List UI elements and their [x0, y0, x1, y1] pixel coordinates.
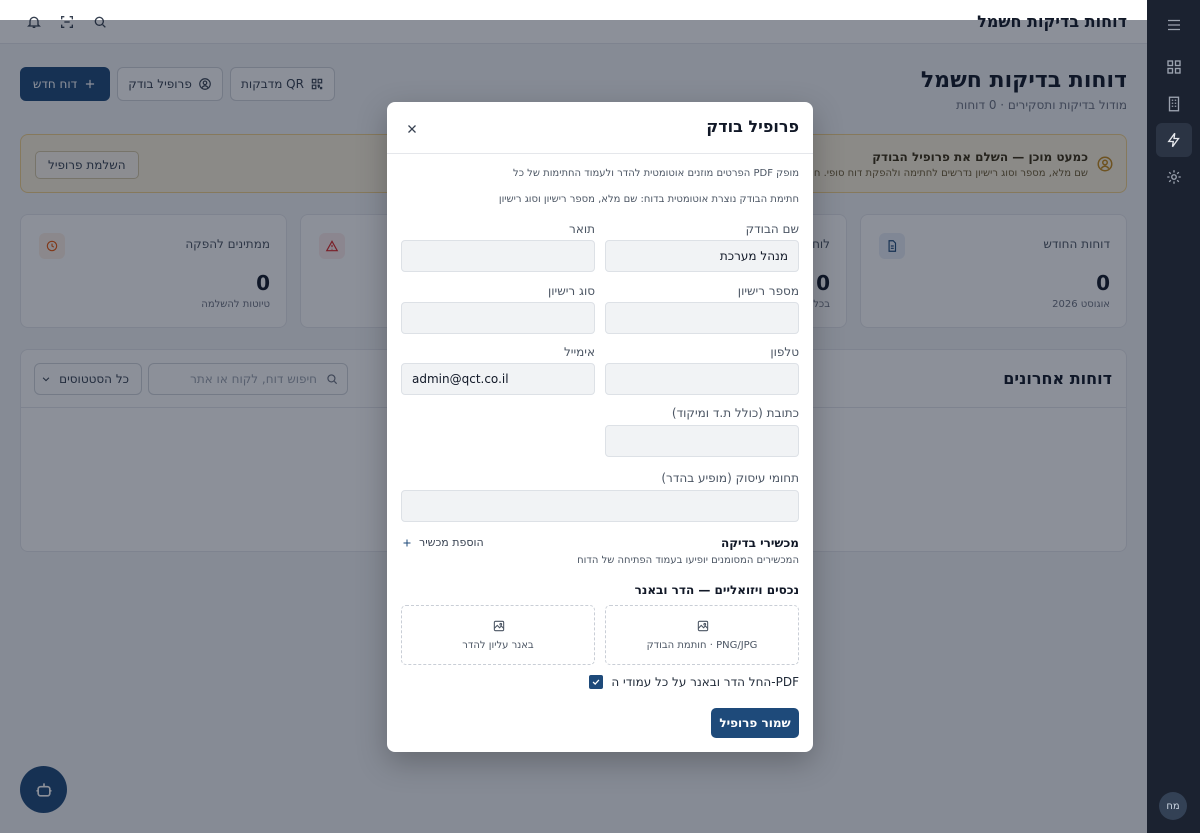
fields-of-work-label: תחומי עיסוק (מופיע בהדר) — [661, 471, 799, 485]
plus-icon — [403, 539, 411, 546]
gear-icon[interactable] — [1162, 165, 1186, 189]
banner-upload-dropzone[interactable]: באנר עליון להדר — [401, 605, 595, 665]
title-label: תואר — [569, 222, 595, 236]
stamp-upload-dropzone[interactable]: חותמת הבודק · PNG/JPG — [605, 605, 799, 665]
inspector-profile-modal: פרופיל בודק הפרטים מוזנים אוטומטית להדר … — [387, 102, 813, 752]
name-label: שם הבודק — [745, 222, 799, 236]
devices-title: מכשירי בדיקה — [720, 536, 799, 550]
email-field[interactable]: admin@qct.co.il — [401, 363, 595, 395]
address-label: כתובת (כולל ת.ד ומיקוד) — [671, 406, 799, 420]
phone-field[interactable] — [605, 363, 799, 395]
check-icon — [593, 679, 600, 685]
assets-title: נכסים ויזואליים — הדר ובאנר — [634, 583, 799, 597]
address-field[interactable] — [605, 425, 799, 457]
license-type-label: סוג רישיון — [548, 284, 595, 298]
close-icon[interactable] — [405, 121, 419, 135]
name-field[interactable]: מנהל מערכת — [605, 240, 799, 272]
modal-note-signature: חתימת הבודק נוצרת אוטומטית בדוח: שם מלא,… — [498, 194, 799, 205]
license-number-field[interactable] — [605, 302, 799, 334]
image-upload-icon — [493, 620, 505, 632]
apply-all-pages-checkbox[interactable] — [589, 675, 604, 689]
modal-title: פרופיל בודק — [706, 117, 799, 136]
sidebar: מח — [1147, 0, 1200, 833]
lightning-icon[interactable] — [1156, 123, 1192, 157]
license-type-field[interactable] — [401, 302, 595, 334]
apply-all-pages-label: החל הדר ובאנר על כל עמודי ה-PDF — [611, 675, 799, 689]
apply-all-pages-row[interactable]: החל הדר ובאנר על כל עמודי ה-PDF — [589, 675, 799, 689]
add-device-label: הוספת מכשיר — [419, 536, 484, 549]
license-number-label: מספר רישיון — [737, 284, 799, 298]
building-icon[interactable] — [1162, 92, 1186, 116]
devices-subtitle: המכשירים המסומנים יופיעו בעמוד הפתיחה של… — [577, 555, 799, 566]
dashboard-icon[interactable] — [1162, 55, 1186, 79]
phone-label: טלפון — [770, 345, 799, 359]
modal-note-header: הפרטים מוזנים אוטומטית להדר ולעמוד החתימ… — [513, 168, 799, 179]
save-profile-button[interactable]: שמור פרופיל — [711, 708, 799, 738]
image-upload-icon — [697, 620, 709, 632]
fields-of-work-field[interactable] — [401, 490, 799, 522]
add-device-button[interactable]: הוספת מכשיר — [401, 536, 484, 549]
title-field[interactable] — [401, 240, 595, 272]
banner-upload-label: באנר עליון להדר — [462, 640, 534, 651]
modal-header: פרופיל בודק — [387, 102, 813, 154]
avatar[interactable]: מח — [1159, 792, 1187, 820]
email-label: אימייל — [563, 345, 595, 359]
stamp-upload-label: חותמת הבודק · PNG/JPG — [646, 640, 758, 651]
menu-icon[interactable] — [1162, 13, 1186, 37]
